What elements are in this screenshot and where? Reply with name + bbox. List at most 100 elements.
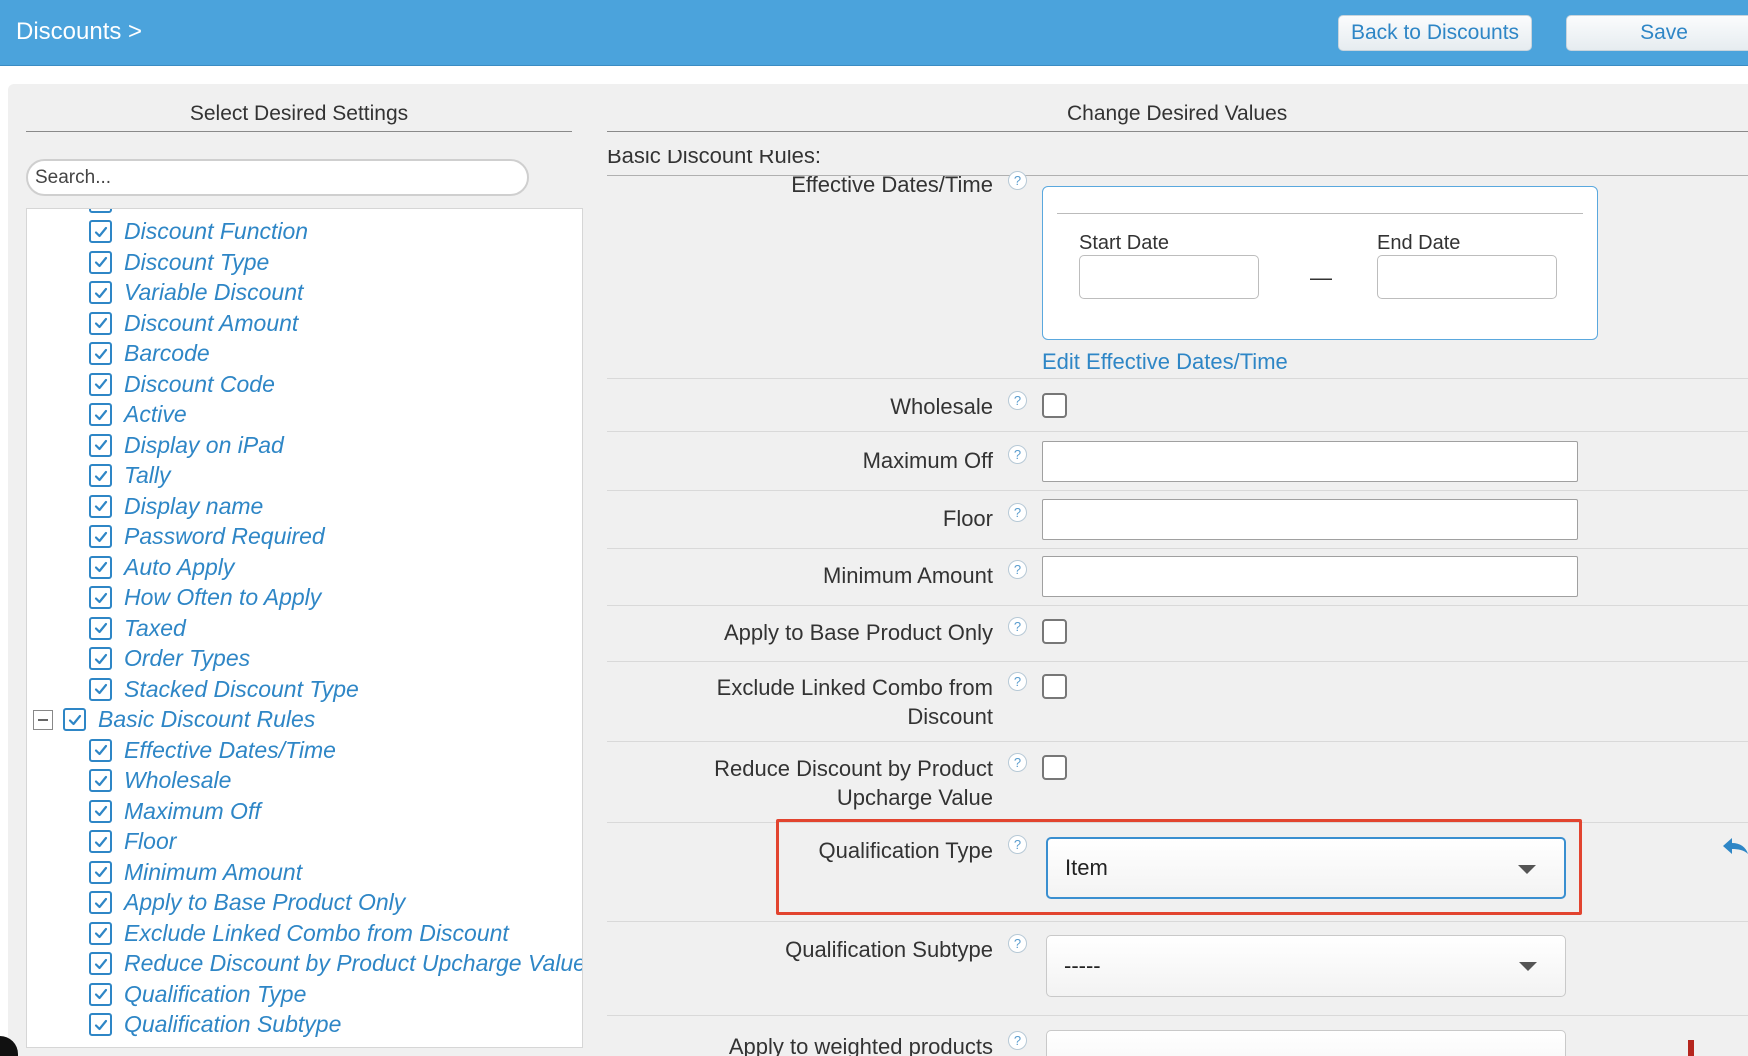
checkbox-checked-icon[interactable] [89,891,112,914]
checkbox-checked-icon[interactable] [89,494,112,518]
weighted-products-select[interactable] [1046,1030,1566,1056]
tree-item[interactable]: Minimum Amount [89,857,302,887]
checkbox-checked-icon[interactable] [89,738,112,762]
tree-item[interactable]: Stacked Discount Type [89,674,359,704]
tree-item[interactable]: Apply to Base Product Only [89,888,405,918]
tree-item[interactable]: Discount Amount [89,308,298,338]
checkbox-checked-icon[interactable] [89,250,112,274]
tree-item[interactable]: Barcode [89,339,210,369]
wholesale-label: Wholesale [890,394,993,419]
checkbox-checked-icon[interactable] [89,799,112,823]
checkbox-checked-icon[interactable] [89,860,112,884]
checkbox-checked-icon[interactable] [89,921,112,945]
help-icon[interactable]: ? [1008,1031,1027,1050]
tree-item-label: Maximum Off [124,797,261,824]
effective-dates-label: Effective Dates/Time [791,172,993,197]
exclude-combo-label-line2: Discount [907,704,993,729]
checkbox-checked-icon[interactable] [89,220,112,243]
help-icon[interactable]: ? [1008,560,1027,579]
checkbox-checked-icon[interactable] [89,586,112,609]
maximum-off-input[interactable] [1042,441,1578,482]
checkbox-checked-icon[interactable] [89,830,112,853]
settings-search-input[interactable] [26,159,529,196]
checkbox-checked-icon[interactable] [89,281,112,304]
help-icon[interactable]: ? [1008,753,1027,772]
checkbox-checked-icon[interactable] [89,677,112,701]
save-button[interactable]: Save [1566,15,1748,51]
checkbox-checked-icon[interactable] [89,209,112,213]
checkbox-checked-icon[interactable] [89,403,112,426]
tree-item[interactable]: Discount Function [89,217,308,247]
tree-item[interactable]: Order Types [89,644,250,674]
checkbox-checked-icon[interactable] [63,708,86,731]
divider [1057,213,1583,214]
tree-item[interactable]: Active [89,400,187,430]
qualification-subtype-value: ----- [1064,953,1101,978]
help-icon[interactable]: ? [1008,934,1027,953]
tree-item[interactable]: Variable Discount [89,278,303,308]
reduce-upcharge-checkbox[interactable] [1042,755,1067,780]
tree-item[interactable]: Discount Code [89,369,275,399]
tree-item[interactable]: Floor [89,827,176,857]
tree-item[interactable]: Display on iPad [89,430,284,460]
checkbox-checked-icon[interactable] [89,311,112,335]
checkbox-checked-icon[interactable] [89,769,112,792]
floor-input[interactable] [1042,499,1578,540]
checkbox-checked-icon[interactable] [89,952,112,975]
checkbox-checked-icon[interactable] [89,525,112,548]
tree-item[interactable]: Taxed [89,613,186,643]
help-icon[interactable]: ? [1008,672,1027,691]
tree-item[interactable]: Basic Discount Rules [33,705,315,735]
tree-item[interactable]: How Often to Apply [89,583,321,613]
tree-item[interactable]: Wholesale [89,766,231,796]
tree-item-label: Tally [124,462,171,488]
breadcrumb[interactable]: Discounts > [16,18,142,46]
help-icon[interactable]: ? [1008,171,1027,190]
tree-item[interactable]: Display name [89,491,263,521]
checkbox-checked-icon[interactable] [89,616,112,640]
collapse-icon[interactable] [33,709,53,730]
apply-base-product-checkbox[interactable] [1042,619,1067,644]
checkbox-checked-icon[interactable] [89,433,112,457]
help-icon[interactable]: ? [1008,503,1027,522]
edit-effective-dates-link[interactable]: Edit Effective Dates/Time [1042,349,1288,375]
tree-item[interactable]: Qualification Type [89,979,306,1009]
tree-item[interactable]: Tally [89,461,170,491]
tree-item[interactable]: Effective Dates/Time [89,735,336,765]
end-date-input[interactable] [1377,255,1557,299]
back-to-discounts-button[interactable]: Back to Discounts [1338,15,1532,51]
checkbox-checked-icon[interactable] [89,342,112,365]
highlight-box [776,819,1582,915]
wholesale-checkbox[interactable] [1042,393,1067,418]
undo-arrow-icon[interactable] [1720,832,1748,862]
checkbox-checked-icon[interactable] [89,647,112,670]
tree-item-label: Discount Type [124,248,270,275]
tree-item[interactable]: Name [89,209,185,216]
tree-item[interactable]: Auto Apply [89,552,234,582]
start-date-input[interactable] [1079,255,1259,299]
exclude-combo-checkbox[interactable] [1042,674,1067,699]
qualification-subtype-select[interactable]: ----- [1046,935,1566,997]
weighted-products-label: Apply to weighted products [728,1034,993,1056]
row-divider [607,378,1748,379]
checkbox-checked-icon[interactable] [89,555,112,579]
checkbox-checked-icon[interactable] [89,372,112,396]
tree-item[interactable]: Discount Type [89,247,269,277]
row-divider [607,431,1748,432]
tree-item[interactable]: Password Required [89,522,325,552]
settings-tree[interactable]: Name Discount Function Discount Type Variab… [26,208,583,1048]
tree-item[interactable]: Exclude Linked Combo from Discount [89,918,509,948]
checkbox-checked-icon[interactable] [89,464,112,487]
minimum-amount-input[interactable] [1042,556,1578,597]
tree-item-label: Qualification Subtype [124,1011,342,1037]
checkbox-checked-icon[interactable] [89,982,112,1006]
help-icon[interactable]: ? [1008,617,1027,636]
tree-item-label: Basic Discount Rules [98,706,316,732]
minimum-amount-label: Minimum Amount [823,563,993,588]
help-icon[interactable]: ? [1008,445,1027,464]
tree-item[interactable]: Qualification Subtype [89,1010,341,1040]
checkbox-checked-icon[interactable] [89,1013,112,1036]
tree-item[interactable]: Maximum Off [89,796,261,826]
help-icon[interactable]: ? [1008,391,1027,410]
tree-item[interactable]: Reduce Discount by Product Upcharge Valu… [89,949,582,979]
